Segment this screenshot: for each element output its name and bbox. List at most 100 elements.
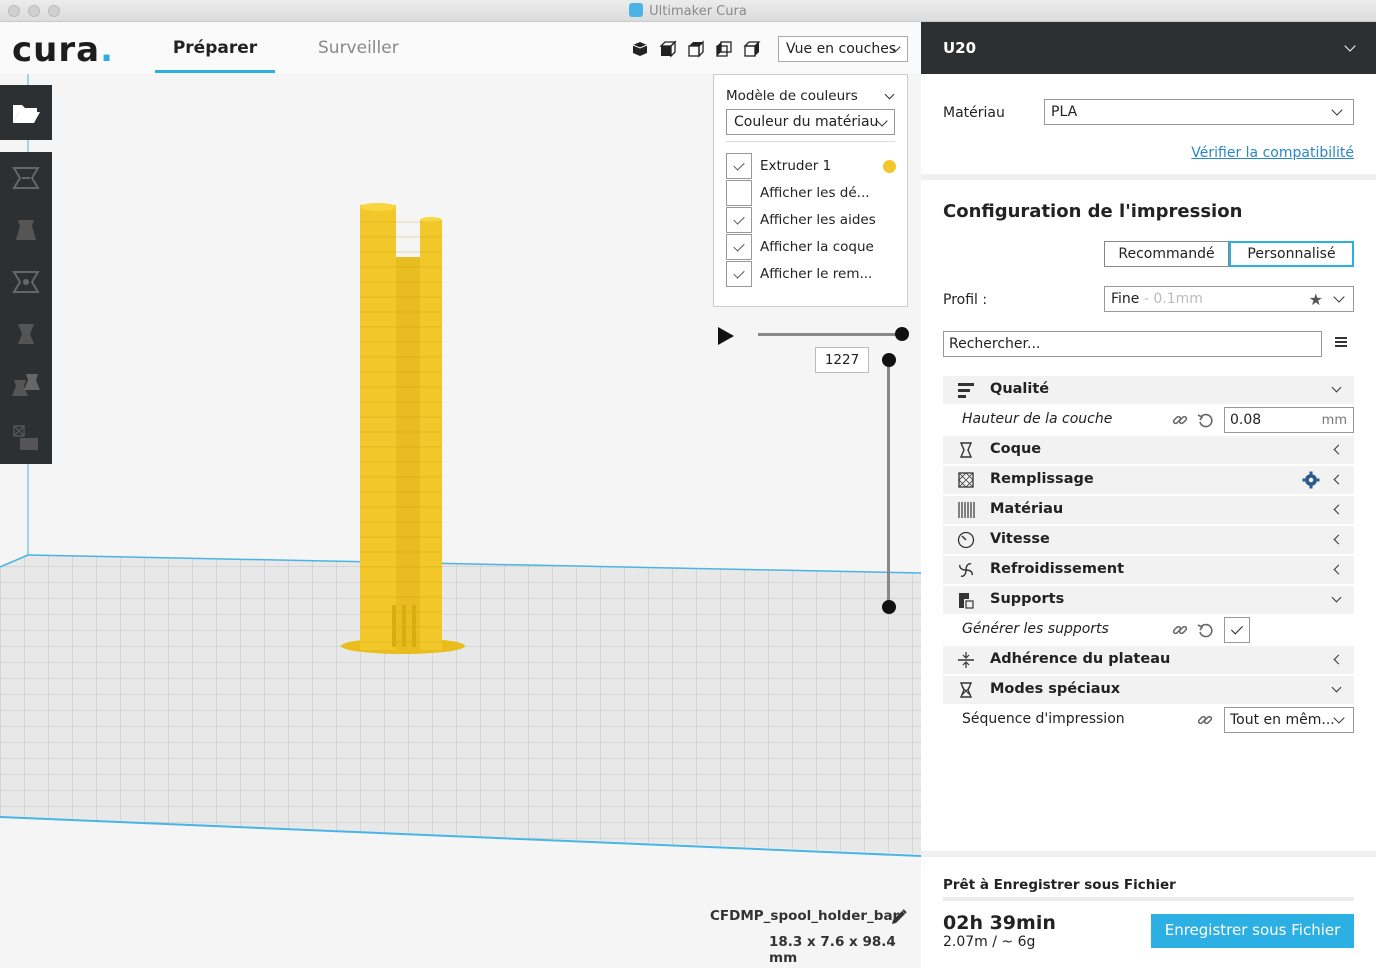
- left-view-icon[interactable]: [715, 40, 733, 58]
- tab-prepare[interactable]: Préparer: [155, 38, 275, 58]
- recommended-mode-button[interactable]: Recommandé: [1104, 241, 1229, 267]
- printer-selector[interactable]: U20: [921, 22, 1376, 74]
- category-adhesion[interactable]: Adhérence du plateau: [943, 646, 1354, 674]
- color-scheme-title: Modèle de couleurs: [726, 88, 858, 104]
- settings-visibility-menu-icon[interactable]: [1335, 337, 1347, 339]
- generate-support-checkbox[interactable]: [1224, 617, 1250, 643]
- layer-slider-upper-handle[interactable]: [882, 353, 896, 367]
- infill-checkbox[interactable]: [726, 261, 752, 287]
- helpers-checkbox[interactable]: [726, 207, 752, 233]
- speed-icon: [957, 531, 975, 549]
- view-mode-select[interactable]: Vue en couches: [778, 36, 908, 62]
- window-title: Ultimaker Cura: [0, 3, 1376, 19]
- object-dimensions: 18.3 x 7.6 x 98.4 mm: [769, 934, 896, 966]
- extruder-color-swatch: [883, 160, 896, 173]
- reset-icon[interactable]: [1197, 622, 1213, 638]
- category-speed[interactable]: Vitesse: [943, 526, 1354, 554]
- top-view-icon[interactable]: [687, 40, 705, 58]
- category-label: Supports: [990, 591, 1065, 607]
- profile-label: Profil :: [943, 292, 988, 308]
- link-icon[interactable]: [1172, 622, 1188, 638]
- option-extruder-1[interactable]: Extruder 1: [726, 153, 896, 179]
- play-simulation-button[interactable]: [718, 327, 734, 345]
- check-compatibility-link[interactable]: Vérifier la compatibilité: [1191, 145, 1354, 161]
- shell-checkbox[interactable]: [726, 234, 752, 260]
- path-slider-track[interactable]: [758, 333, 901, 336]
- mirror-tool-icon[interactable]: [10, 318, 42, 350]
- current-layer-input[interactable]: 1227: [815, 347, 869, 373]
- right-view-icon[interactable]: [743, 40, 761, 58]
- layer-height-value: 0.08: [1230, 412, 1262, 428]
- color-scheme-value: Couleur du matériau: [734, 114, 879, 130]
- category-support[interactable]: Supports: [943, 586, 1354, 614]
- adhesion-icon: [958, 652, 974, 668]
- material-label: Matériau: [943, 105, 1005, 121]
- chevron-down-icon[interactable]: [884, 89, 895, 100]
- check-icon: [733, 213, 745, 225]
- save-to-file-button[interactable]: Enregistrer sous Fichier: [1151, 914, 1354, 948]
- print-sequence-select[interactable]: Tout en mêm...: [1224, 707, 1354, 733]
- profile-select[interactable]: Fine - 0.1mm ★: [1104, 286, 1354, 312]
- path-slider-handle[interactable]: [895, 327, 909, 341]
- category-infill[interactable]: Remplissage: [943, 466, 1354, 494]
- object-name: CFDMP_spool_holder_bar: [710, 908, 900, 924]
- layer-height-input[interactable]: 0.08 mm: [1224, 407, 1354, 433]
- printer-name: U20: [943, 39, 977, 57]
- move-tool-icon[interactable]: [10, 162, 42, 194]
- link-icon[interactable]: [1172, 412, 1188, 428]
- option-show-shell[interactable]: Afficher la coque: [726, 234, 896, 260]
- quality-icon: [958, 383, 974, 398]
- option-show-helpers[interactable]: Afficher les aides: [726, 207, 896, 233]
- option-show-infill[interactable]: Afficher le rem...: [726, 261, 896, 287]
- front-view-icon[interactable]: [659, 40, 677, 58]
- support-blocker-icon[interactable]: [10, 422, 42, 454]
- category-label: Modes spéciaux: [990, 681, 1121, 697]
- layer-slider-lower-handle[interactable]: [882, 600, 896, 614]
- custom-mode-button[interactable]: Personnalisé: [1229, 241, 1354, 267]
- edit-name-icon[interactable]: [890, 908, 908, 926]
- category-label: Matériau: [990, 501, 1064, 517]
- category-material[interactable]: Matériau: [943, 496, 1354, 524]
- tab-monitor[interactable]: Surveiller: [318, 38, 399, 58]
- extruder-checkbox[interactable]: [726, 153, 752, 179]
- category-special-modes[interactable]: Modes spéciaux: [943, 676, 1354, 704]
- build-plate-grid: [0, 555, 921, 854]
- travels-checkbox[interactable]: [726, 180, 752, 206]
- link-icon[interactable]: [1197, 712, 1213, 728]
- unit-label: mm: [1321, 413, 1347, 428]
- 3d-view-icon[interactable]: [631, 40, 649, 58]
- layer-slider-track[interactable]: [887, 359, 890, 607]
- ready-status: Prêt à Enregistrer sous Fichier: [943, 877, 1176, 893]
- check-icon: [733, 240, 745, 252]
- settings-search-input[interactable]: Rechercher...: [943, 331, 1322, 357]
- print-time: 02h 39min: [943, 912, 1056, 934]
- color-scheme-select[interactable]: Couleur du matériau: [726, 109, 895, 135]
- reset-icon[interactable]: [1197, 412, 1213, 428]
- star-icon[interactable]: ★: [1309, 290, 1323, 309]
- chevron-left-icon: [1333, 654, 1344, 665]
- open-file-button[interactable]: [0, 85, 52, 140]
- material-select[interactable]: PLA: [1044, 99, 1354, 125]
- material-usage: 2.07m / ~ 6g: [943, 934, 1036, 950]
- rotate-tool-icon[interactable]: [10, 266, 42, 298]
- chevron-down-icon: [1331, 382, 1342, 393]
- build-plate-viewport[interactable]: cura. Préparer Surveiller Vue en couches: [0, 22, 921, 968]
- chevron-down-icon: [1333, 712, 1345, 724]
- setting-label: Séquence d'impression: [962, 711, 1125, 727]
- chevron-down-icon: [1333, 291, 1345, 303]
- top-header: cura. Préparer Surveiller Vue en couches: [0, 22, 921, 74]
- category-quality[interactable]: Qualité: [943, 376, 1354, 404]
- material-icon: [958, 502, 975, 518]
- infill-icon: [958, 472, 974, 488]
- category-cooling[interactable]: Refroidissement: [943, 556, 1354, 584]
- window-title-text: Ultimaker Cura: [649, 4, 747, 19]
- per-model-settings-icon[interactable]: [10, 370, 42, 402]
- gear-icon[interactable]: [1302, 471, 1320, 489]
- scale-tool-icon[interactable]: [10, 214, 42, 246]
- category-label: Refroidissement: [990, 561, 1125, 577]
- category-shell[interactable]: Coque: [943, 436, 1354, 464]
- option-show-travels[interactable]: Afficher les dé...: [726, 180, 896, 206]
- material-value: PLA: [1051, 104, 1078, 120]
- check-icon: [1230, 622, 1244, 635]
- chevron-down-icon: [1331, 592, 1342, 603]
